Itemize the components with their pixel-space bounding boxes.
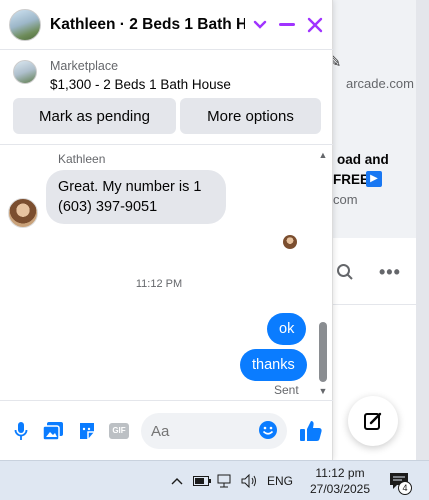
play-icon: ▶ (366, 171, 382, 187)
listing-thumbnail[interactable] (13, 60, 37, 84)
incoming-message[interactable]: Great. My number is 1 (603) 397-9051 (46, 170, 226, 224)
seen-avatar (283, 235, 297, 249)
scroll-thumb[interactable] (319, 322, 327, 382)
sticker-icon[interactable] (76, 420, 98, 442)
page-scrollbar-track[interactable] (416, 0, 429, 460)
minimize-icon[interactable] (275, 13, 299, 37)
sender-avatar[interactable] (8, 198, 38, 228)
marketplace-listing: Marketplace $1,300 - 2 Beds 1 Bath House… (0, 50, 333, 145)
chevron-up-icon[interactable] (168, 461, 186, 500)
chat-window: Kathleen · 2 Beds 1 Bath H… Marketplace … (0, 0, 333, 460)
emoji-icon[interactable] (258, 420, 280, 442)
outgoing-message[interactable]: ok (267, 313, 307, 345)
photo-icon[interactable] (42, 420, 64, 442)
taskbar-clock[interactable]: 11:12 pm 27/03/2025 (300, 465, 380, 497)
mark-as-pending-button[interactable]: Mark as pending (13, 98, 176, 134)
bg-domain-text: arcade.com (346, 76, 414, 91)
thumbs-up-icon[interactable] (298, 418, 324, 444)
volume-icon[interactable] (240, 461, 260, 500)
battery-icon[interactable] (192, 461, 212, 500)
message-scrollbar[interactable]: ▲ ▼ (316, 146, 330, 400)
new-message-button[interactable] (348, 396, 398, 446)
taskbar: ENG 11:12 pm 27/03/2025 4 (0, 460, 429, 500)
compose-icon (364, 412, 382, 430)
chevron-down-icon[interactable] (248, 13, 272, 37)
sender-name: Kathleen (58, 152, 106, 166)
clock-date: 27/03/2025 (309, 482, 371, 496)
scroll-down-icon[interactable]: ▼ (318, 386, 328, 396)
notification-count: 4 (398, 481, 412, 495)
chat-title[interactable]: Kathleen · 2 Beds 1 Bath H… (50, 16, 245, 34)
more-icon[interactable]: ••• (379, 262, 401, 283)
sent-status: Sent (274, 383, 299, 397)
listing-avatar[interactable] (9, 9, 41, 41)
message-input[interactable] (151, 421, 251, 441)
gif-icon[interactable]: GIF (108, 420, 130, 442)
search-icon[interactable] (336, 263, 356, 283)
network-icon[interactable] (216, 461, 236, 500)
bg-heading-line1: oad and (337, 152, 389, 167)
bg-divider (333, 304, 416, 305)
more-options-button[interactable]: More options (180, 98, 321, 134)
scroll-up-icon[interactable]: ▲ (318, 150, 328, 160)
language-indicator[interactable]: ENG (264, 461, 296, 500)
notification-icon[interactable]: 4 (384, 461, 414, 500)
message-list: Kathleen Great. My number is 1 (603) 397… (0, 146, 318, 400)
listing-price[interactable]: $1,300 - 2 Beds 1 Bath House (50, 77, 231, 92)
message-input-wrap[interactable] (141, 413, 287, 449)
bg-heading-line2: FREE (333, 172, 370, 187)
message-timestamp: 11:12 PM (135, 278, 183, 290)
close-icon[interactable] (303, 13, 327, 37)
chat-header: Kathleen · 2 Beds 1 Bath H… (0, 0, 333, 50)
listing-label: Marketplace (50, 59, 119, 73)
bg-domain-text-2: com (333, 192, 358, 207)
microphone-icon[interactable] (10, 420, 32, 442)
clock-time: 11:12 pm (315, 466, 365, 480)
outgoing-message[interactable]: thanks (240, 349, 307, 381)
composer: GIF (0, 400, 333, 460)
